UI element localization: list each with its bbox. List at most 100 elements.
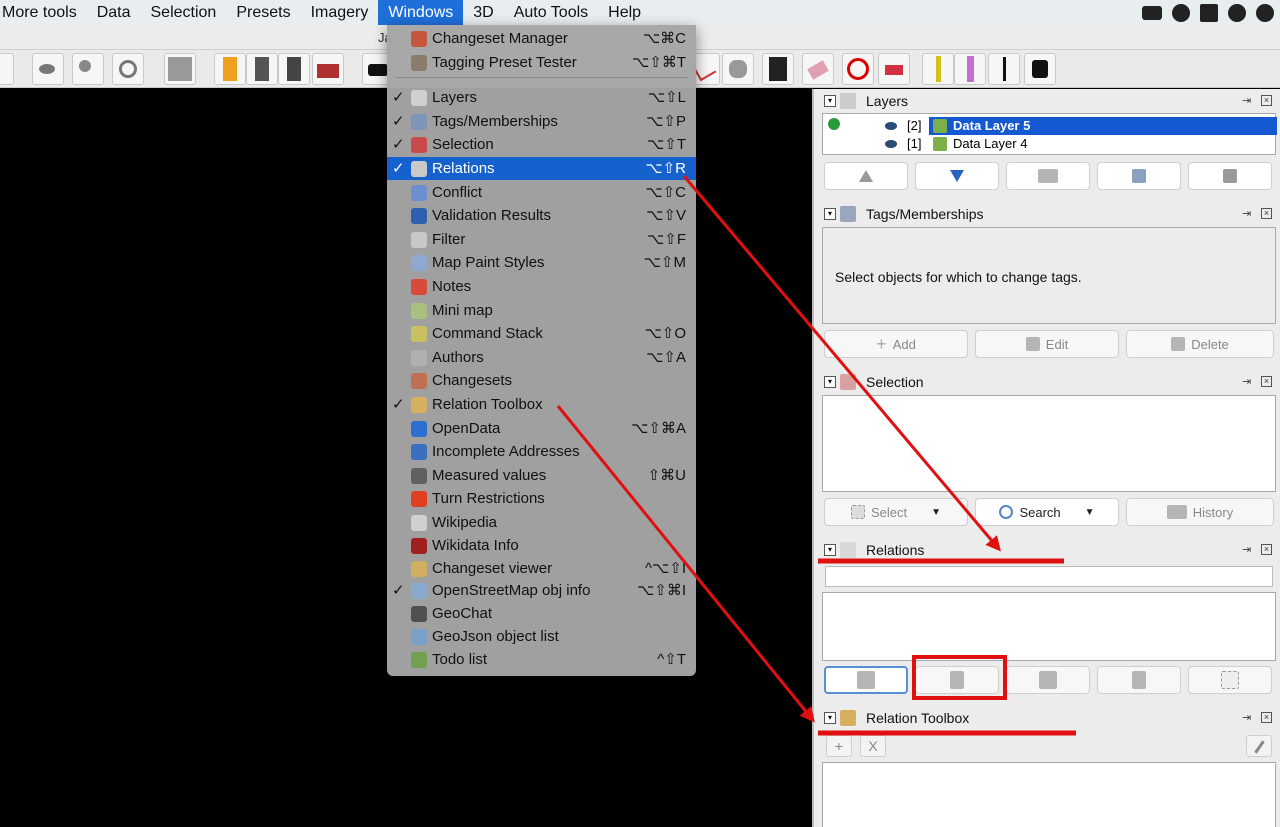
toolbar-button[interactable] bbox=[878, 53, 910, 85]
close-icon[interactable]: × bbox=[1261, 95, 1272, 106]
relation-filter-input[interactable] bbox=[825, 566, 1273, 587]
edit-relation-button[interactable] bbox=[824, 666, 908, 694]
windows-menu-item-openstreetmap-obj-info[interactable]: ✓ OpenStreetMap obj info ⌥⇧⌘I bbox=[387, 579, 696, 602]
menu-imagery[interactable]: Imagery bbox=[301, 0, 379, 25]
windows-menu-item-measured-values[interactable]: Measured values ⇧⌘U bbox=[387, 464, 696, 487]
windows-menu-item-filter[interactable]: Filter ⌥⇧F bbox=[387, 228, 696, 251]
move-up-button[interactable] bbox=[824, 162, 908, 190]
windows-menu-item-map-paint-styles[interactable]: Map Paint Styles ⌥⇧M bbox=[387, 251, 696, 274]
menu-windows[interactable]: Windows bbox=[378, 0, 464, 25]
toolbar-button[interactable] bbox=[722, 53, 754, 85]
merge-button[interactable] bbox=[1006, 162, 1090, 190]
toolbar-button[interactable] bbox=[246, 53, 278, 85]
windows-menu-item-turn-restrictions[interactable]: Turn Restrictions bbox=[387, 487, 696, 510]
windows-menu-item-mini-map[interactable]: Mini map bbox=[387, 299, 696, 322]
toolbar-button[interactable] bbox=[312, 53, 344, 85]
play-icon[interactable] bbox=[1256, 3, 1274, 22]
delete-layer-button[interactable] bbox=[1188, 162, 1272, 190]
toolbar-button[interactable] bbox=[164, 53, 196, 85]
search-button[interactable]: Search ▼ bbox=[975, 498, 1119, 526]
layer-row[interactable]: [2] Data Layer 5 bbox=[823, 117, 1277, 135]
toolbar-button[interactable] bbox=[802, 53, 834, 85]
toolbar-button[interactable] bbox=[922, 53, 954, 85]
toolbar-button[interactable] bbox=[72, 53, 104, 85]
toolbar-button[interactable] bbox=[0, 53, 14, 85]
new-relation-button[interactable] bbox=[915, 666, 999, 694]
windows-menu-item-changeset-manager[interactable]: Changeset Manager ⌥⌘C bbox=[387, 27, 696, 50]
menu-presets[interactable]: Presets bbox=[226, 0, 300, 25]
toolbar-button[interactable] bbox=[278, 53, 310, 85]
pin-icon[interactable]: ⇥ bbox=[1242, 543, 1256, 556]
menu-selection[interactable]: Selection bbox=[141, 0, 227, 25]
collapse-toggle[interactable]: ▾ bbox=[824, 544, 836, 556]
windows-menu-item-relation-toolbox[interactable]: ✓ Relation Toolbox bbox=[387, 393, 696, 416]
windows-menu-item-command-stack[interactable]: Command Stack ⌥⇧O bbox=[387, 322, 696, 345]
toolbar-button[interactable] bbox=[842, 53, 874, 85]
collapse-toggle[interactable]: ▾ bbox=[824, 712, 836, 724]
windows-menu-item-wikipedia[interactable]: Wikipedia bbox=[387, 511, 696, 534]
close-icon[interactable]: × bbox=[1261, 208, 1272, 219]
toolbar-button[interactable] bbox=[112, 53, 144, 85]
windows-menu-item-tagging-preset-tester[interactable]: Tagging Preset Tester ⌥⇧⌘T bbox=[387, 51, 696, 74]
close-icon[interactable]: × bbox=[1261, 712, 1272, 723]
windows-menu-item-authors[interactable]: Authors ⌥⇧A bbox=[387, 346, 696, 369]
dropdown-arrow-icon[interactable]: ▼ bbox=[931, 507, 941, 518]
pin-icon[interactable]: ⇥ bbox=[1242, 711, 1256, 724]
collapse-toggle[interactable]: ▾ bbox=[824, 95, 836, 107]
toolbar-button[interactable] bbox=[214, 53, 246, 85]
history-button[interactable]: History bbox=[1126, 498, 1274, 526]
windows-menu-item-selection[interactable]: ✓ Selection ⌥⇧T bbox=[387, 133, 696, 156]
info-icon[interactable] bbox=[1172, 3, 1190, 22]
edit-tag-button[interactable]: Edit bbox=[975, 330, 1119, 358]
windows-menu-item-todo-list[interactable]: Todo list ^⇧T bbox=[387, 648, 696, 671]
windows-menu-item-tags-memberships[interactable]: ✓ Tags/Memberships ⌥⇧P bbox=[387, 110, 696, 133]
select-button[interactable]: Select ▼ bbox=[824, 498, 968, 526]
delete-tag-button[interactable]: Delete bbox=[1126, 330, 1274, 358]
toolbar-button[interactable] bbox=[988, 53, 1020, 85]
windows-menu-item-wikidata-info[interactable]: Wikidata Info bbox=[387, 534, 696, 557]
pin-icon[interactable]: ⇥ bbox=[1242, 94, 1256, 107]
cloud-icon[interactable] bbox=[1228, 3, 1246, 22]
close-icon[interactable]: × bbox=[1261, 376, 1272, 387]
telegram-icon[interactable] bbox=[1200, 3, 1218, 22]
windows-menu-item-geojson-object-list[interactable]: GeoJson object list bbox=[387, 625, 696, 648]
add-member-button[interactable]: + bbox=[826, 735, 852, 757]
toolbar-button[interactable] bbox=[32, 53, 64, 85]
pencil-button[interactable] bbox=[1246, 735, 1272, 757]
eye-icon[interactable] bbox=[885, 122, 897, 130]
close-icon[interactable]: × bbox=[1261, 544, 1272, 555]
windows-menu-item-relations[interactable]: ✓ Relations ⌥⇧R bbox=[387, 157, 696, 180]
toolbar-button[interactable] bbox=[762, 53, 794, 85]
layer-row[interactable]: [1] Data Layer 4 bbox=[823, 135, 1275, 153]
pin-icon[interactable]: ⇥ bbox=[1242, 375, 1256, 388]
menu-3d[interactable]: 3D bbox=[463, 0, 503, 25]
collapse-toggle[interactable]: ▾ bbox=[824, 208, 836, 220]
menu-auto-tools[interactable]: Auto Tools bbox=[504, 0, 598, 25]
visibility-button[interactable] bbox=[1097, 162, 1181, 190]
add-tag-button[interactable]: + Add bbox=[824, 330, 968, 358]
menu-data[interactable]: Data bbox=[87, 0, 141, 25]
move-down-button[interactable] bbox=[915, 162, 999, 190]
windows-menu-item-geochat[interactable]: GeoChat bbox=[387, 602, 696, 625]
menu-help[interactable]: Help bbox=[598, 0, 651, 25]
windows-menu-item-notes[interactable]: Notes bbox=[387, 275, 696, 298]
windows-menu-item-opendata[interactable]: OpenData ⌥⇧⌘A bbox=[387, 417, 696, 440]
eye-icon[interactable] bbox=[885, 140, 897, 148]
remove-member-button[interactable]: X bbox=[860, 735, 886, 757]
windows-menu-item-layers[interactable]: ✓ Layers ⌥⇧L bbox=[387, 86, 696, 109]
windows-menu-item-changesets[interactable]: Changesets bbox=[387, 369, 696, 392]
windows-menu-item-changeset-viewer[interactable]: Changeset viewer ^⌥⇧I bbox=[387, 557, 696, 580]
select-relation-button[interactable] bbox=[1188, 666, 1272, 694]
pin-icon[interactable]: ⇥ bbox=[1242, 207, 1256, 220]
duplicate-relation-button[interactable] bbox=[1006, 666, 1090, 694]
collapse-toggle[interactable]: ▾ bbox=[824, 376, 836, 388]
windows-menu-item-conflict[interactable]: Conflict ⌥⇧C bbox=[387, 181, 696, 204]
docker-icon[interactable] bbox=[1142, 5, 1162, 20]
toolbar-button[interactable] bbox=[954, 53, 986, 85]
dropdown-arrow-icon[interactable]: ▼ bbox=[1085, 507, 1095, 518]
windows-menu-item-incomplete-addresses[interactable]: Incomplete Addresses bbox=[387, 440, 696, 463]
toolbar-button[interactable] bbox=[1024, 53, 1056, 85]
windows-menu-item-validation-results[interactable]: Validation Results ⌥⇧V bbox=[387, 204, 696, 227]
delete-relation-button[interactable] bbox=[1097, 666, 1181, 694]
menu-more-tools[interactable]: More tools bbox=[0, 0, 87, 25]
